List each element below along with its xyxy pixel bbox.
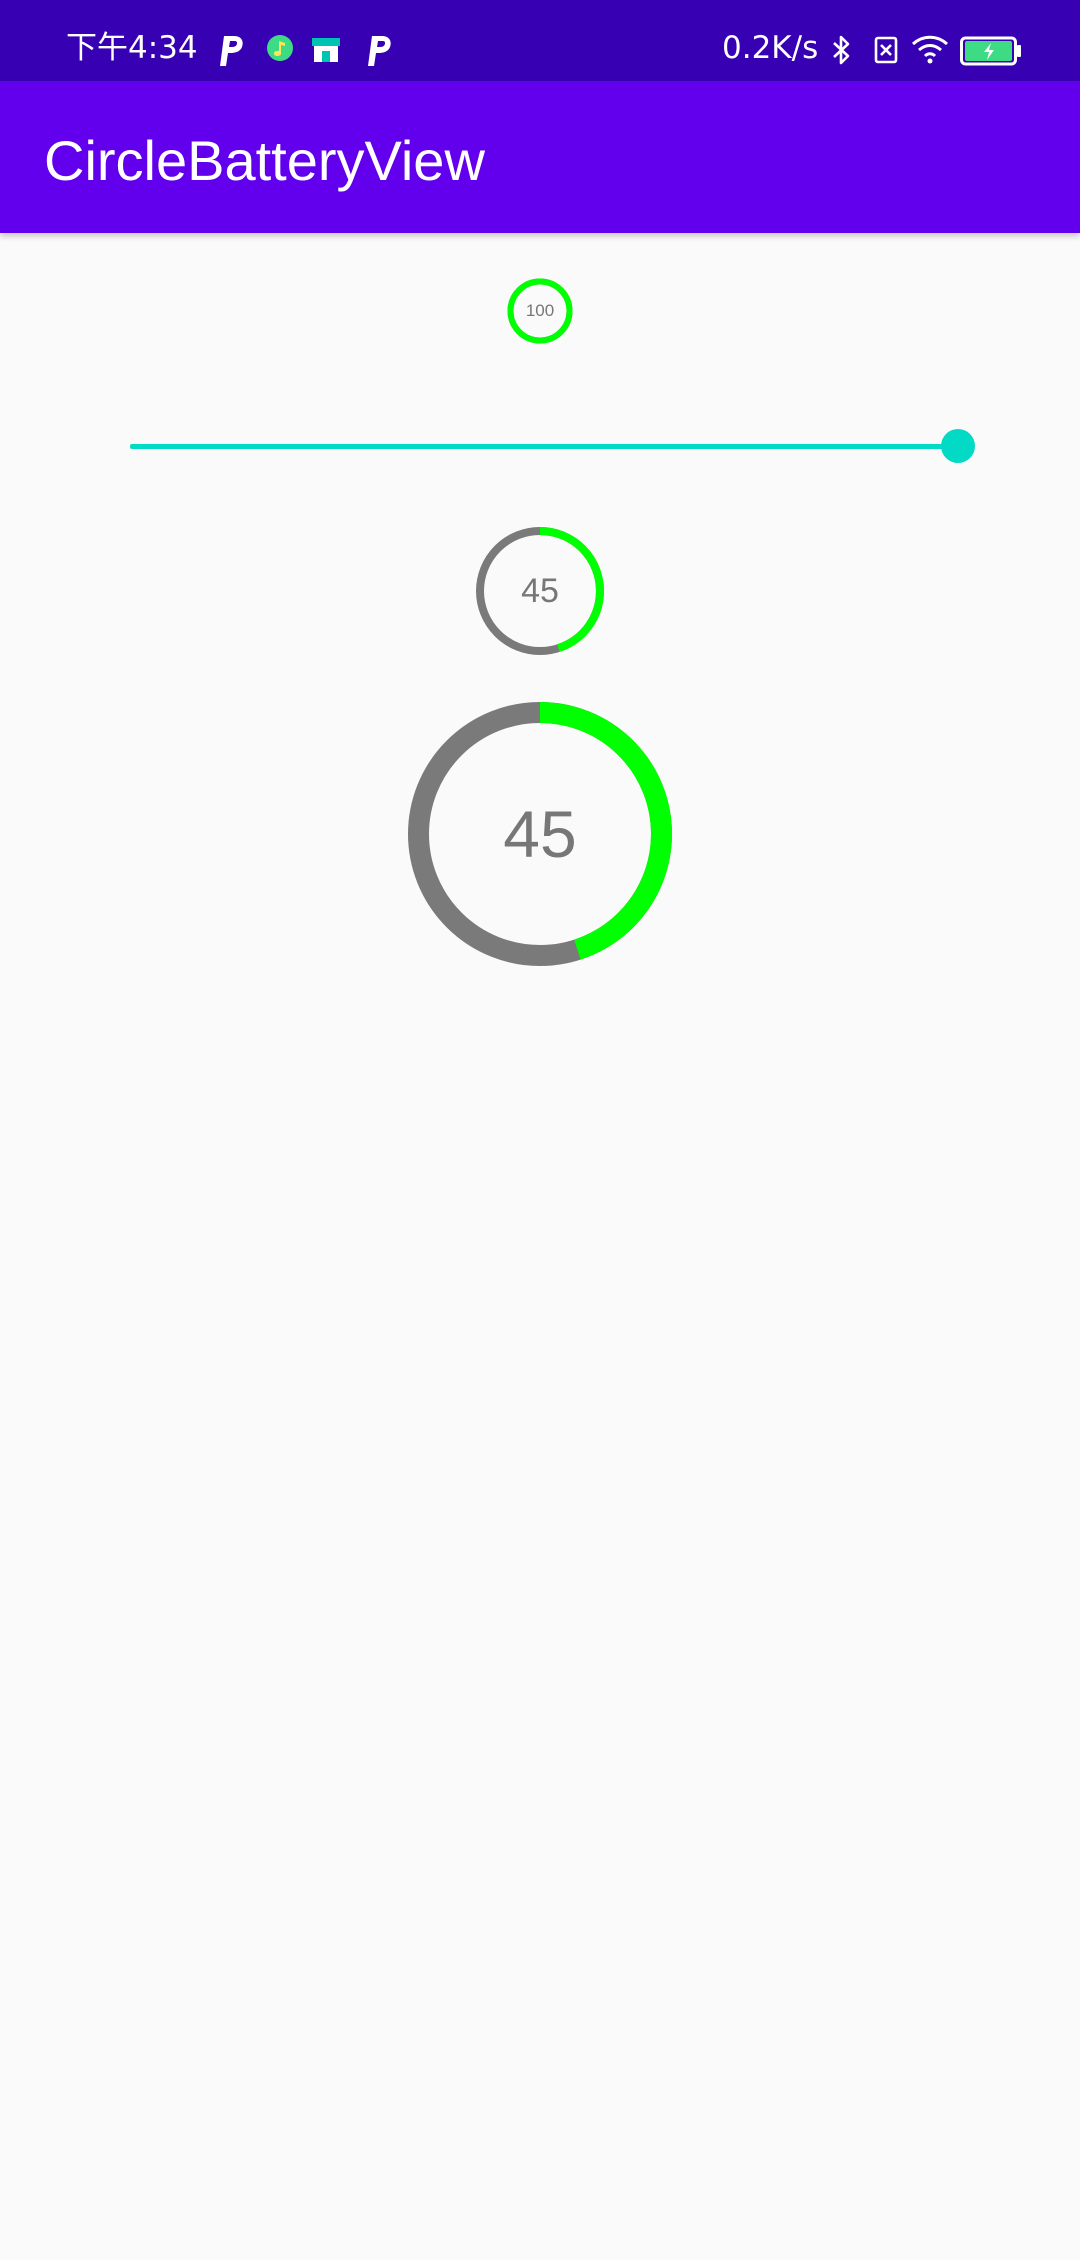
battery-level-slider[interactable]: [130, 411, 975, 481]
small-battery-ring: 100: [507, 278, 573, 344]
content-area: 100 45 45: [0, 233, 1080, 2260]
sim-disabled-icon: [866, 30, 906, 70]
medium-battery-label: 45: [521, 571, 559, 610]
slider-thumb[interactable]: [941, 429, 975, 463]
wifi-icon: [910, 30, 950, 70]
p-app-icon: [358, 30, 398, 70]
status-time: 下午4:34: [66, 30, 198, 66]
large-battery-label: 45: [503, 797, 577, 871]
medium-battery-ring: 45: [474, 525, 606, 657]
store-app-icon: [306, 30, 346, 70]
app-title: CircleBatteryView: [44, 129, 485, 192]
p-app-icon: [210, 30, 250, 70]
battery-charging-icon: [960, 30, 1022, 70]
music-app-icon: [260, 30, 300, 70]
network-speed: 0.2K/s: [722, 30, 819, 66]
slider-fill: [130, 444, 958, 449]
app-bar: CircleBatteryView: [0, 81, 1080, 233]
small-battery-label: 100: [525, 301, 555, 320]
large-battery-ring: 45: [407, 701, 673, 967]
status-bar: 下午4:34 0.2K/s: [0, 0, 1080, 81]
bluetooth-icon: [822, 30, 862, 70]
